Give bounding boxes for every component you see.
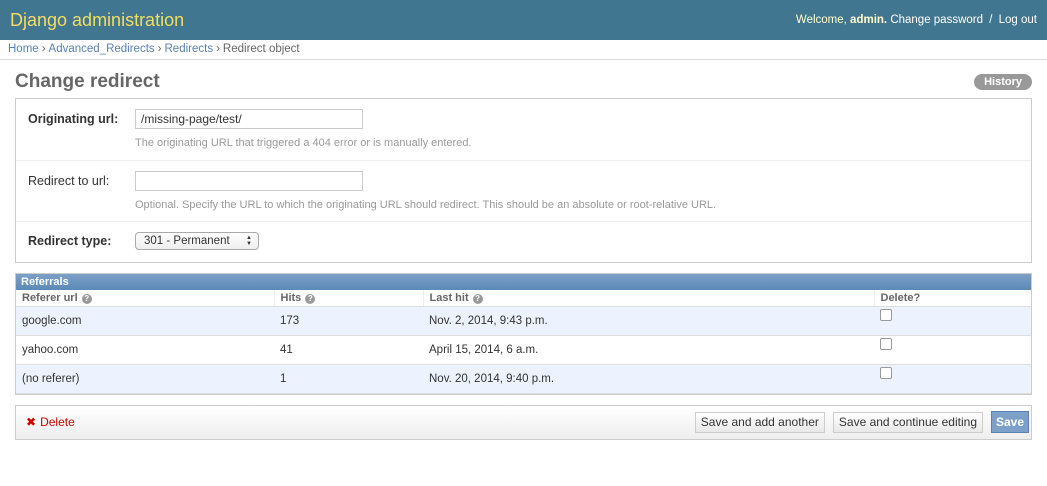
question-mark-icon[interactable]: ?	[472, 293, 483, 304]
column-hits: Hits?	[273, 290, 423, 307]
breadcrumb-model[interactable]: Redirects	[165, 43, 214, 55]
hits-cell: 41	[274, 335, 423, 365]
user-tools-separator: /	[989, 14, 993, 26]
breadcrumb-separator: ›	[157, 43, 162, 55]
column-last-hit: Last hit?	[422, 290, 874, 307]
page-title: Change redirect	[15, 71, 160, 92]
last-hit-cell: Nov. 20, 2014, 9:40 p.m.	[423, 364, 874, 394]
delete-cell	[874, 335, 1031, 365]
save-button[interactable]: Save	[991, 411, 1029, 433]
referer-url-cell: google.com	[16, 306, 274, 336]
history-button[interactable]: History	[974, 74, 1032, 90]
table-row: google.com 173 Nov. 2, 2014, 9:43 p.m.	[16, 306, 1031, 336]
up-down-arrows-icon: ▲ ▼	[246, 235, 252, 247]
user-tools: Welcome, admin. Change password / Log ou…	[796, 14, 1037, 26]
originating-url-help: The originating URL that triggered a 404…	[135, 137, 472, 149]
table-row: yahoo.com 41 April 15, 2014, 6 a.m.	[16, 335, 1031, 365]
referer-url-cell: (no referer)	[16, 364, 274, 394]
originating-url-label: Originating url:	[28, 112, 119, 126]
breadcrumb-current: Redirect object	[222, 43, 300, 55]
submit-row: ✖ Delete Save and add another Save and c…	[15, 404, 1032, 440]
redirect-type-selected: 301 - Permanent	[144, 235, 230, 247]
referrals-table: Referer url? Hits? Last hit? Delete? goo…	[16, 290, 1031, 394]
breadcrumb-separator: ›	[41, 43, 46, 55]
last-hit-cell: Nov. 2, 2014, 9:43 p.m.	[423, 306, 874, 336]
redirect-fieldset: Originating url: The originating URL tha…	[15, 98, 1032, 263]
column-label: Referer url	[22, 291, 78, 304]
hits-cell: 1	[274, 364, 423, 394]
delete-label: Delete	[40, 415, 75, 429]
referrals-header: Referrals	[16, 274, 1031, 290]
referrals-inline: Referrals Referer url? Hits? Last hit? D…	[15, 273, 1032, 395]
redirect-type-select[interactable]: 301 - Permanent ▲ ▼	[135, 232, 259, 250]
redirect-to-url-label: Redirect to url:	[28, 174, 110, 188]
username: admin.	[850, 14, 888, 26]
column-label: Last hit	[429, 291, 469, 304]
submit-buttons: Save and add another Save and continue e…	[694, 411, 1029, 433]
logout-link[interactable]: Log out	[999, 14, 1037, 26]
breadcrumb-app[interactable]: Advanced_Redirects	[49, 43, 155, 55]
form-row-redirect-to-url: Redirect to url: Optional. Specify the U…	[16, 161, 1031, 222]
redirect-to-url-help: Optional. Specify the URL to which the o…	[135, 199, 717, 211]
originating-url-input[interactable]	[135, 109, 363, 129]
table-header-row: Referer url? Hits? Last hit? Delete?	[16, 290, 1031, 307]
x-icon: ✖	[26, 415, 37, 429]
column-label: Hits	[280, 291, 302, 304]
delete-checkbox[interactable]	[880, 308, 892, 321]
site-name[interactable]: Django administration	[10, 10, 184, 31]
column-referer-url: Referer url?	[16, 290, 274, 307]
column-delete: Delete?	[873, 290, 1031, 307]
change-password-link[interactable]: Change password	[890, 14, 983, 26]
delete-cell	[874, 306, 1031, 336]
form-row-redirect-type: Redirect type: 301 - Permanent ▲ ▼	[16, 222, 1031, 262]
breadcrumb: Home › Advanced_Redirects › Redirects › Redire…	[0, 40, 1047, 60]
save-and-add-another-button[interactable]: Save and add another	[694, 411, 825, 433]
delete-link[interactable]: ✖ Delete	[26, 415, 75, 429]
hits-cell: 173	[274, 306, 423, 336]
question-mark-icon[interactable]: ?	[305, 293, 316, 304]
welcome-text: Welcome,	[795, 14, 847, 26]
save-and-continue-button[interactable]: Save and continue editing	[832, 411, 983, 433]
breadcrumb-separator: ›	[216, 43, 220, 55]
title-row: Change redirect History	[15, 70, 1032, 94]
redirect-type-label: Redirect type:	[28, 234, 112, 248]
redirect-to-url-input[interactable]	[135, 171, 363, 191]
form-row-originating-url: Originating url: The originating URL tha…	[16, 99, 1031, 161]
last-hit-cell: April 15, 2014, 6 a.m.	[423, 335, 874, 365]
delete-checkbox[interactable]	[880, 366, 892, 379]
table-row: (no referer) 1 Nov. 20, 2014, 9:40 p.m.	[16, 364, 1031, 394]
delete-checkbox[interactable]	[880, 337, 892, 350]
question-mark-icon[interactable]: ?	[81, 293, 92, 304]
header: Django administration Welcome, admin. Ch…	[0, 0, 1047, 40]
delete-cell	[874, 364, 1031, 394]
referer-url-cell: yahoo.com	[16, 335, 274, 365]
breadcrumb-home[interactable]: Home	[8, 43, 39, 55]
content: Change redirect History Originating url:…	[0, 60, 1047, 440]
